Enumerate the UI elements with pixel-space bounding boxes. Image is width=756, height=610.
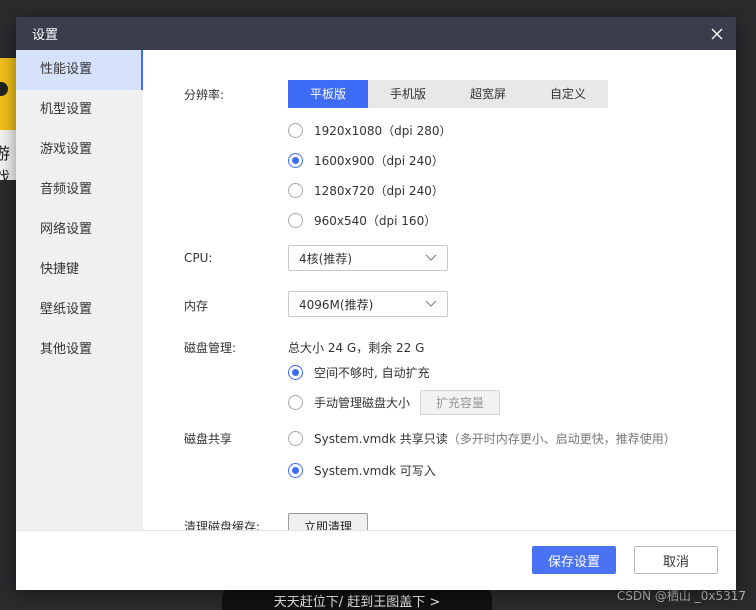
disk-option-label: 空间不够时, 自动扩充 xyxy=(314,366,430,380)
sidebar-item-device-model[interactable]: 机型设置 xyxy=(16,90,143,130)
disk-share-label: 磁盘共享 xyxy=(184,432,233,446)
disk-summary: 总大小 24 G，剩余 22 G xyxy=(288,341,425,355)
radio-button-selected[interactable] xyxy=(288,365,303,380)
disk-option-auto-expand[interactable]: 空间不够时, 自动扩充 xyxy=(288,364,430,381)
background-banner: 天天赶位下/ 赶到王图盖下 > xyxy=(222,588,492,610)
settings-content: 分辨率: 平板版 手机版 超宽屏 自定义 1920x1080（dpi 280） … xyxy=(143,50,736,540)
disk-option-label: 手动管理磁盘大小 xyxy=(314,396,411,410)
sidebar-item-other[interactable]: 其他设置 xyxy=(16,330,143,370)
tab-custom[interactable]: 自定义 xyxy=(528,80,608,108)
disk-label: 磁盘管理: xyxy=(184,341,237,355)
cpu-select[interactable]: 4核(推荐) xyxy=(288,245,448,271)
radio-button[interactable] xyxy=(288,431,303,446)
close-icon xyxy=(711,28,723,39)
disk-option-manual[interactable]: 手动管理磁盘大小 扩充容量 xyxy=(288,390,501,415)
dialog-footer: 保存设置 取消 xyxy=(16,530,736,590)
resolution-option-1600[interactable]: 1600x900（dpi 240） xyxy=(288,152,444,169)
background-app-label: 游戏 xyxy=(0,144,11,180)
disk-share-option-writable[interactable]: System.vmdk 可写入 xyxy=(288,462,436,479)
tab-tablet[interactable]: 平板版 xyxy=(288,80,368,108)
resolution-option-960[interactable]: 960x540（dpi 160） xyxy=(288,212,436,229)
cpu-select-value: 4核(推荐) xyxy=(299,251,352,266)
disk-share-option-label: System.vmdk 共享只读 xyxy=(314,432,448,446)
radio-button[interactable] xyxy=(288,213,303,228)
resolution-option-label: 1920x1080（dpi 280） xyxy=(314,124,452,138)
disk-share-option-readonly[interactable]: System.vmdk 共享只读 （多开时内存更小、启动更快，推荐使用） xyxy=(288,430,676,447)
expand-capacity-button[interactable]: 扩充容量 xyxy=(420,390,501,415)
resolution-option-label: 960x540（dpi 160） xyxy=(314,214,437,228)
memory-label: 内存 xyxy=(184,299,209,313)
chevron-down-icon xyxy=(425,300,437,307)
dialog-title: 设置 xyxy=(32,28,59,43)
disk-share-option-label: System.vmdk 可写入 xyxy=(314,464,436,478)
sidebar-item-audio[interactable]: 音频设置 xyxy=(16,170,143,210)
background-app-label-area: 游戏 xyxy=(0,130,16,180)
memory-select[interactable]: 4096M(推荐) xyxy=(288,291,448,317)
cancel-button[interactable]: 取消 xyxy=(634,546,718,574)
sidebar-item-network[interactable]: 网络设置 xyxy=(16,210,143,250)
tab-ultrawide[interactable]: 超宽屏 xyxy=(448,80,528,108)
settings-dialog: 设置 性能设置 机型设置 游戏设置 音频设置 网络设置 快捷键 壁纸设置 其他设… xyxy=(16,17,736,590)
tab-phone[interactable]: 手机版 xyxy=(368,80,448,108)
close-button[interactable] xyxy=(708,25,726,43)
cpu-label: CPU: xyxy=(184,251,213,265)
dialog-titlebar: 设置 xyxy=(16,17,736,50)
settings-sidebar: 性能设置 机型设置 游戏设置 音频设置 网络设置 快捷键 壁纸设置 其他设置 xyxy=(16,50,143,530)
sidebar-item-performance[interactable]: 性能设置 xyxy=(16,50,143,90)
radio-button-selected[interactable] xyxy=(288,463,303,478)
resolution-label: 分辨率: xyxy=(184,88,225,102)
sidebar-item-game[interactable]: 游戏设置 xyxy=(16,130,143,170)
save-button[interactable]: 保存设置 xyxy=(532,546,616,574)
resolution-option-label: 1280x720（dpi 240） xyxy=(314,184,444,198)
sidebar-item-wallpaper[interactable]: 壁纸设置 xyxy=(16,290,143,330)
resolution-option-label: 1600x900（dpi 240） xyxy=(314,154,444,168)
radio-button[interactable] xyxy=(288,395,303,410)
disk-share-option-hint: （多开时内存更小、启动更快，推荐使用） xyxy=(447,432,676,446)
radio-button-selected[interactable] xyxy=(288,153,303,168)
memory-select-value: 4096M(推荐) xyxy=(299,297,374,312)
radio-button[interactable] xyxy=(288,183,303,198)
chevron-down-icon xyxy=(425,254,437,261)
sidebar-item-shortcuts[interactable]: 快捷键 xyxy=(16,250,143,290)
resolution-option-1280[interactable]: 1280x720（dpi 240） xyxy=(288,182,444,199)
resolution-tabs: 平板版 手机版 超宽屏 自定义 xyxy=(288,80,608,108)
radio-button[interactable] xyxy=(288,123,303,138)
resolution-option-1920[interactable]: 1920x1080（dpi 280） xyxy=(288,122,451,139)
